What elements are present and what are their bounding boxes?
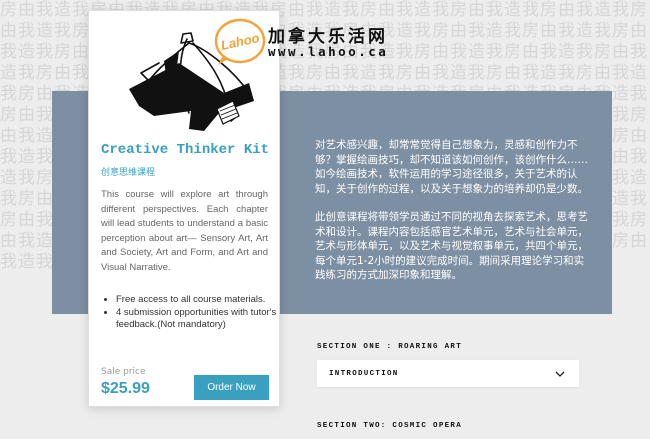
intro-paragraph-2: 此创意课程将带领学员通过不同的视角去探索艺术，思考艺术和设计。课程内容包括感官艺… [315,211,588,281]
course-description: This course will explore art through dif… [101,189,268,273]
brand-url[interactable]: www.lahoo.ca [268,44,388,59]
section-two-label: SECTION TWO: COSMIC OPERA [317,422,463,430]
accordion-label: INTRODUCTION [329,369,399,378]
lahoo-logo[interactable]: Lahoo [212,17,267,67]
course-features: Free access to all course materials. 4 s… [101,294,284,332]
feature-item: 4 submission opportunities with tutor's … [116,307,284,331]
introduction-accordion[interactable]: INTRODUCTION [317,360,579,387]
order-now-button[interactable]: Order Now [194,375,269,400]
price: $25.99 [101,380,150,397]
sale-price-label: Sale price [101,367,146,377]
course-subtitle: 创意思维课程 [101,168,156,178]
course-title: Creative Thinker Kit [101,142,270,158]
product-card: Creative Thinker Kit 创意思维课程 This course … [88,10,280,407]
feature-item: Free access to all course materials. [116,294,284,306]
intro-paragraph-1: 对艺术感兴趣，却常常觉得自己想象力，灵感和创作力不够？掌握绘画技巧，却不知道该如… [315,139,588,195]
course-intro-text: 对艺术感兴趣，却常常觉得自己想象力，灵感和创作力不够？掌握绘画技巧，却不知道该如… [315,138,593,297]
chevron-down-icon [555,371,565,377]
section-one-label: SECTION ONE : ROARING ART [317,343,463,351]
